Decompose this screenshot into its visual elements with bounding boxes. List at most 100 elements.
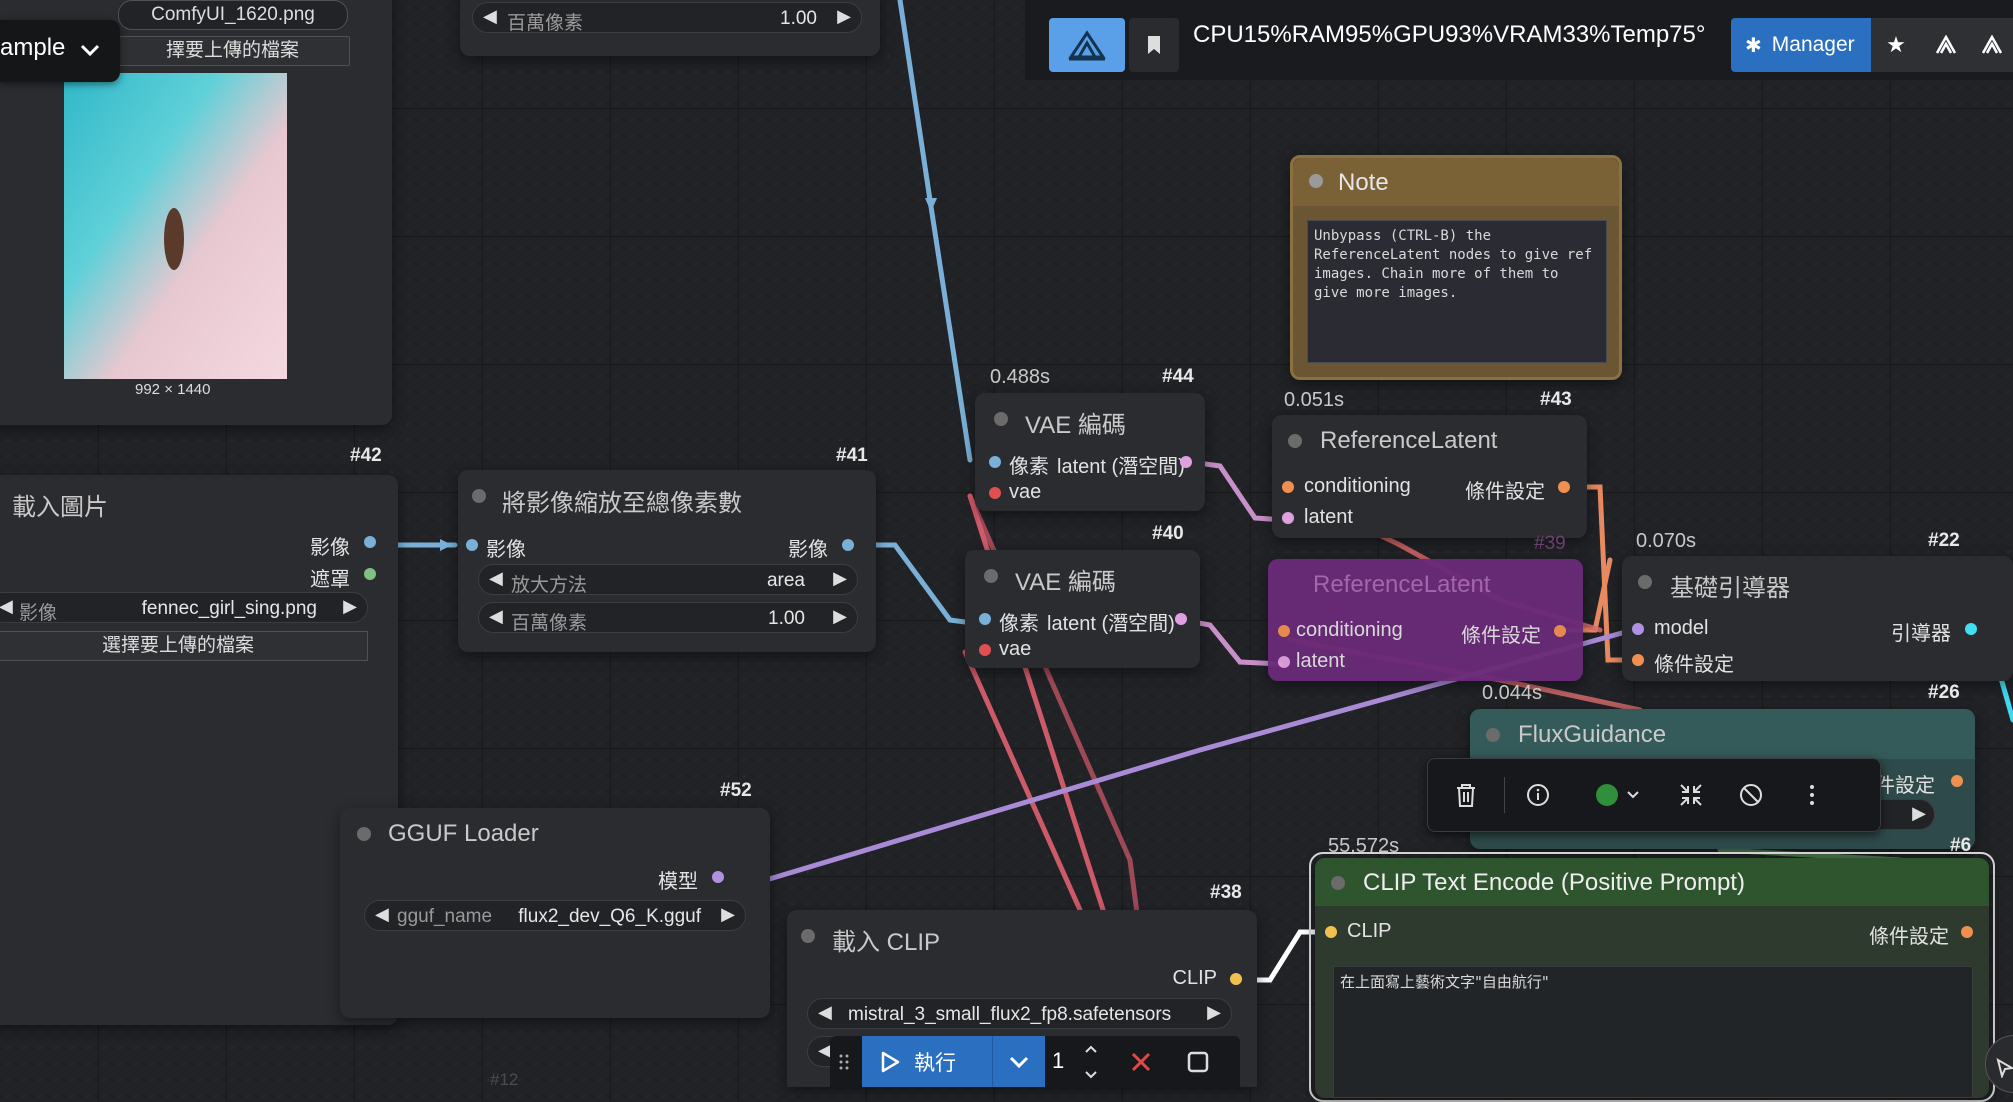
input-conditioning-slot[interactable] — [1632, 654, 1644, 666]
node-22-time: 0.070s — [1636, 530, 1697, 552]
output-conditioning-slot[interactable] — [1558, 481, 1570, 493]
increment-arrow-icon[interactable]: ▶ — [1912, 803, 1926, 824]
delete-button[interactable] — [1448, 777, 1484, 813]
input-conditioning-slot[interactable] — [1278, 625, 1290, 637]
input-conditioning-label: conditioning — [1304, 475, 1411, 497]
color-picker-button[interactable] — [1588, 777, 1648, 813]
collapse-button[interactable] — [1673, 777, 1709, 813]
output-latent-slot[interactable] — [1180, 456, 1192, 468]
note-node[interactable]: Note Unbypass (CTRL-B) the ReferenceLate… — [1290, 155, 1622, 380]
input-latent-slot[interactable] — [1278, 656, 1290, 668]
output-mask-slot[interactable] — [364, 568, 376, 580]
increment-arrow-icon[interactable]: ▶ — [833, 606, 847, 627]
collapse-dot[interactable] — [1288, 434, 1302, 448]
decrement-arrow-icon[interactable]: ◀ — [489, 606, 503, 627]
reference-latent-43-node[interactable]: ReferenceLatent conditioning 條件設定 latent — [1272, 415, 1587, 538]
decrement-arrow-icon[interactable]: ◀ — [0, 596, 13, 617]
collapse-dot[interactable] — [1486, 728, 1500, 742]
file-name-widget[interactable]: ComfyUI_1620.png — [118, 0, 348, 30]
clip-text-encode-node[interactable]: CLIP Text Encode (Positive Prompt) CLIP … — [1315, 858, 1989, 1098]
logo-button[interactable] — [1049, 18, 1125, 72]
output-clip-slot[interactable] — [1230, 973, 1242, 985]
output-image-slot[interactable] — [842, 539, 854, 551]
batch-count[interactable]: 1 — [1052, 1048, 1064, 1074]
megapixels-widget[interactable]: ◀ 百萬像素 1.00 ▶ — [478, 602, 858, 634]
bookmark-button[interactable] — [1129, 18, 1179, 72]
megapixels-widget-top[interactable]: ◀ 百萬像素 1.00 ▶ — [472, 2, 862, 34]
drag-handle[interactable] — [836, 1046, 852, 1078]
bypass-button[interactable] — [1733, 777, 1769, 813]
widget-value: area — [766, 570, 805, 591]
star-button[interactable]: ★ — [1871, 18, 1921, 72]
collapse-dot[interactable] — [801, 929, 815, 943]
image-select-widget[interactable]: ◀ 影像 fennec_girl_sing.png ▶ — [0, 592, 368, 624]
run-mode-dropdown[interactable] — [992, 1036, 1045, 1087]
output-guider-slot[interactable] — [1965, 623, 1977, 635]
vae-encode-40-node[interactable]: VAE 編碼 像素 latent (潛空間) vae — [965, 550, 1200, 668]
input-clip-slot[interactable] — [1325, 926, 1337, 938]
input-vae-slot[interactable] — [989, 487, 1001, 499]
preview-image — [64, 73, 287, 379]
comfy-icon-button-1[interactable] — [1921, 18, 1971, 72]
output-conditioning-label: 條件設定 — [1869, 926, 1949, 948]
load-image-node[interactable]: 載入圖片 影像 遮罩 ◀ 影像 fennec_girl_sing.png ▶ 選… — [0, 475, 398, 1025]
gguf-loader-node[interactable]: GGUF Loader 模型 ◀ gguf_name flux2_dev_Q6_… — [340, 808, 770, 1018]
info-button[interactable] — [1520, 777, 1556, 813]
collapse-dot[interactable] — [357, 827, 371, 841]
collapse-dot[interactable] — [1331, 876, 1345, 890]
clip-name-widget[interactable]: ◀ mistral_3_small_flux2_fp8.safetensors … — [807, 998, 1232, 1029]
output-latent-slot[interactable] — [1175, 613, 1187, 625]
increment-arrow-icon[interactable]: ▶ — [833, 568, 847, 589]
input-conditioning-slot[interactable] — [1282, 481, 1294, 493]
decrement-arrow-icon[interactable]: ◀ — [489, 568, 503, 589]
input-pixels-slot[interactable] — [989, 456, 1001, 468]
output-model-slot[interactable] — [712, 871, 724, 883]
cancel-button[interactable] — [1123, 1044, 1159, 1080]
upload-button[interactable]: 選擇要上傳的檔案 — [0, 631, 368, 661]
input-pixels-slot[interactable] — [979, 613, 991, 625]
upload-button-top[interactable]: 擇要上傳的檔案 — [115, 36, 350, 66]
collapse-dot[interactable] — [1309, 174, 1323, 188]
increment-arrow-icon[interactable]: ▶ — [343, 596, 357, 617]
output-conditioning-slot[interactable] — [1961, 926, 1973, 938]
gguf-name-widget[interactable]: ◀ gguf_name flux2_dev_Q6_K.gguf ▶ — [364, 900, 746, 931]
scale-image-node[interactable]: 將影像縮放至總像素數 影像 影像 ◀ 放大方法 area ▶ ◀ 百萬像素 1.… — [458, 470, 876, 652]
node-52-badge: #52 — [720, 780, 752, 801]
output-conditioning-slot[interactable] — [1554, 625, 1566, 637]
more-options-button[interactable] — [1794, 777, 1830, 813]
input-model-slot[interactable] — [1632, 623, 1644, 635]
output-conditioning-slot[interactable] — [1951, 775, 1963, 787]
batch-increment[interactable] — [1080, 1038, 1102, 1060]
node-43-badge: #43 — [1540, 389, 1572, 410]
increment-arrow-icon[interactable]: ▶ — [837, 6, 851, 27]
upscale-method-widget[interactable]: ◀ 放大方法 area ▶ — [478, 564, 858, 596]
input-vae-slot[interactable] — [979, 644, 991, 656]
comfy-icon-button-2[interactable] — [1971, 18, 2013, 72]
collapse-dot[interactable] — [994, 412, 1008, 426]
bookmark-icon — [1148, 36, 1160, 54]
collapse-dot[interactable] — [1638, 575, 1652, 589]
decrement-arrow-icon[interactable]: ◀ — [818, 1002, 832, 1023]
increment-arrow-icon[interactable]: ▶ — [1207, 1002, 1221, 1023]
output-image-slot[interactable] — [364, 536, 376, 548]
stop-button[interactable] — [1180, 1044, 1216, 1080]
run-bar: 執行 1 — [830, 1036, 1240, 1087]
batch-decrement[interactable] — [1080, 1063, 1102, 1085]
input-image-slot[interactable] — [466, 539, 478, 551]
note-textarea[interactable]: Unbypass (CTRL-B) the ReferenceLatent no… — [1307, 220, 1607, 363]
input-vae-label: vae — [999, 638, 1032, 660]
input-image-label: 影像 — [486, 539, 526, 561]
collapse-dot[interactable] — [984, 569, 998, 583]
run-button[interactable]: 執行 — [862, 1036, 992, 1087]
prompt-textarea[interactable]: 在上面寫上藝術文字"自由航行" — [1333, 966, 1973, 1098]
collapse-dot[interactable] — [472, 489, 486, 503]
decrement-arrow-icon[interactable]: ◀ — [483, 6, 497, 27]
manager-button[interactable]: ✱ Manager — [1731, 18, 1871, 72]
basic-guider-node[interactable]: 基礎引導器 model 引導器 條件設定 — [1622, 556, 2013, 681]
workflow-dropdown[interactable]: ample — [0, 20, 120, 82]
vae-encode-44-node[interactable]: VAE 編碼 像素 latent (潛空間) vae — [975, 393, 1205, 511]
decrement-arrow-icon[interactable]: ◀ — [375, 904, 389, 925]
increment-arrow-icon[interactable]: ▶ — [721, 904, 735, 925]
input-latent-slot[interactable] — [1282, 512, 1294, 524]
reference-latent-39-node[interactable]: ReferenceLatent conditioning 條件設定 latent — [1268, 559, 1583, 681]
